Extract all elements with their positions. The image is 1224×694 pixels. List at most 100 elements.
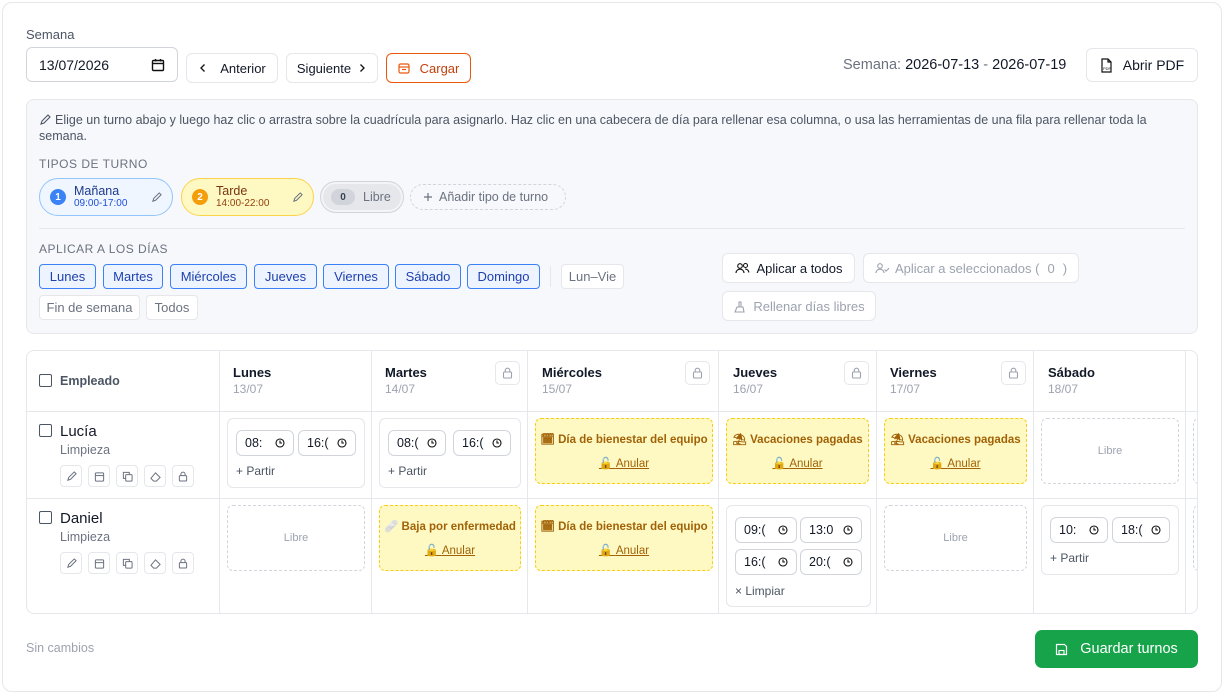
day-chip-tuesday[interactable]: Martes xyxy=(103,264,163,289)
day-header-wednesday[interactable]: Miércoles xyxy=(542,365,602,380)
next-week-button[interactable]: Siguiente xyxy=(286,53,378,83)
absence-cell[interactable]: 🩹 Baja por enfermedad 🔓 Anular xyxy=(379,505,521,571)
row-copy-button[interactable] xyxy=(116,552,138,574)
day-chip-sunday[interactable]: Domingo xyxy=(467,264,540,289)
split-button[interactable]: + Partir xyxy=(1050,551,1089,565)
apply-selected-button[interactable]: Aplicar a seleccionados ( 0 ) xyxy=(863,253,1079,283)
save-shifts-label: Guardar turnos xyxy=(1080,641,1178,657)
row-pencil-button[interactable] xyxy=(60,465,82,487)
row-eraser-button[interactable] xyxy=(144,465,166,487)
free-cell[interactable]: Libre xyxy=(884,505,1027,571)
undo-absence-link[interactable]: 🔓 Anular xyxy=(885,456,1026,470)
split-button[interactable]: + Partir xyxy=(388,464,427,478)
end-time-input[interactable]: 20:( xyxy=(800,549,862,575)
absence-type: Día de bienestar del equipo xyxy=(558,521,708,533)
shift-type-free[interactable]: 0 Libre xyxy=(320,181,404,213)
employee-checkbox[interactable] xyxy=(39,511,52,524)
shift-cell[interactable]: 09:( 13:0 16:( 20:( × Limpiar xyxy=(726,505,871,607)
absence-title: 🗓 Día de bienestar del equipo xyxy=(540,521,708,533)
row-pencil-button[interactable] xyxy=(60,552,82,574)
absence-title: ⛱ Vacaciones pagadas xyxy=(890,434,1021,446)
undo-absence-link[interactable]: 🔓 Anular xyxy=(536,543,712,557)
row-calendar-button[interactable] xyxy=(88,465,110,487)
chevron-right-icon xyxy=(357,63,367,73)
load-button[interactable]: Cargar xyxy=(386,53,471,83)
start-time-input[interactable]: 09:( xyxy=(735,517,797,543)
end-time-input[interactable]: 16:( xyxy=(298,430,356,456)
free-cell[interactable] xyxy=(1193,418,1197,484)
start-time-input[interactable]: 16:( xyxy=(735,549,797,575)
undo-absence-link[interactable]: 🔓 Anular xyxy=(536,456,712,470)
shift-type-afternoon[interactable]: 2 Tarde 14:00-22:00 xyxy=(181,178,314,216)
clear-button[interactable]: × Limpiar xyxy=(735,584,785,598)
row-eraser-button[interactable] xyxy=(144,552,166,574)
absence-cell[interactable]: ⛱ Vacaciones pagadas 🔓 Anular xyxy=(884,418,1027,484)
calendar-load-icon xyxy=(398,62,410,74)
broom-icon xyxy=(733,300,746,313)
shift-cell[interactable]: 10: 18:( + Partir xyxy=(1041,505,1179,575)
lock-column-button[interactable] xyxy=(685,361,710,385)
start-time-input[interactable]: 10: xyxy=(1050,517,1108,543)
end-time-input[interactable]: 16:( xyxy=(453,430,511,456)
pencil-hint-icon xyxy=(39,114,51,126)
end-time-input[interactable]: 13:0 xyxy=(800,517,862,543)
day-header-thursday[interactable]: Jueves xyxy=(733,365,777,380)
shift-type-time: 14:00-22:00 xyxy=(216,197,270,209)
pencil-icon xyxy=(66,557,77,569)
row-lock-button[interactable] xyxy=(172,552,194,574)
absence-cell[interactable]: 🗓 Día de bienestar del equipo 🔓 Anular xyxy=(535,505,713,571)
copy-icon xyxy=(122,558,133,569)
split-button[interactable]: + Partir xyxy=(236,464,275,478)
day-chip-monday[interactable]: Lunes xyxy=(39,264,96,289)
schedule-grid: Empleado Lunes 13/07 Martes 14/07 Miérco… xyxy=(26,350,1198,614)
day-chip-thursday[interactable]: Jueves xyxy=(254,264,317,289)
row-calendar-button[interactable] xyxy=(88,552,110,574)
lock-column-button[interactable] xyxy=(495,361,520,385)
select-all-checkbox[interactable] xyxy=(39,374,52,387)
undo-absence-link[interactable]: 🔓 Anular xyxy=(380,543,520,557)
day-chip-friday[interactable]: Viernes xyxy=(323,264,389,289)
end-time-input[interactable]: 18:( xyxy=(1112,517,1170,543)
lock-column-button[interactable] xyxy=(1001,361,1026,385)
shift-type-morning[interactable]: 1 Mañana 09:00-17:00 xyxy=(39,178,173,216)
lock-column-button[interactable] xyxy=(844,361,869,385)
day-header-tuesday[interactable]: Martes xyxy=(385,365,427,380)
shift-cell[interactable]: 08:( 16:( + Partir xyxy=(379,418,521,488)
shift-type-time: 09:00-17:00 xyxy=(74,197,128,209)
fill-free-days-button[interactable]: Rellenar días libres xyxy=(722,291,876,321)
day-chip-wednesday[interactable]: Miércoles xyxy=(170,264,247,289)
week-date-input[interactable]: 13/07/2026 xyxy=(26,47,178,82)
undo-absence-link[interactable]: 🔓 Anular xyxy=(727,456,868,470)
free-cell[interactable]: Libre xyxy=(1041,418,1179,484)
preset-weekend[interactable]: Fin de semana xyxy=(39,295,140,320)
preset-all[interactable]: Todos xyxy=(146,295,198,320)
day-header-saturday[interactable]: Sábado xyxy=(1048,365,1095,380)
absence-cell[interactable]: ⛱ Vacaciones pagadas 🔓 Anular xyxy=(726,418,869,484)
edit-pencil-icon[interactable] xyxy=(151,191,162,203)
edit-pencil-icon[interactable] xyxy=(292,191,303,203)
split-label: Partir xyxy=(1060,551,1090,565)
day-header-monday[interactable]: Lunes xyxy=(233,365,271,380)
start-time-input[interactable]: 08:( xyxy=(388,430,446,456)
free-cell[interactable] xyxy=(1193,505,1197,571)
previous-week-button[interactable]: Anterior xyxy=(186,53,278,83)
apply-all-button[interactable]: Aplicar a todos xyxy=(722,253,855,283)
start-time-input[interactable]: 08: xyxy=(236,430,294,456)
end-time-value: 16:( xyxy=(462,436,484,450)
absence-cell[interactable]: 🗓 Día de bienestar del equipo 🔓 Anular xyxy=(535,418,713,484)
add-shift-type-button[interactable]: Añadir tipo de turno xyxy=(410,184,566,210)
day-chip-saturday[interactable]: Sábado xyxy=(395,264,461,289)
open-pdf-button[interactable]: PDF Abrir PDF xyxy=(1086,48,1198,82)
preset-weekdays[interactable]: Lun–Vie xyxy=(561,264,624,289)
employee-checkbox[interactable] xyxy=(39,424,52,437)
split-label: Partir xyxy=(246,464,276,478)
save-shifts-button[interactable]: Guardar turnos xyxy=(1035,630,1198,668)
open-pdf-label: Abrir PDF xyxy=(1122,57,1185,73)
row-lock-button[interactable] xyxy=(172,465,194,487)
shift-type-name: Mañana xyxy=(74,183,120,198)
row-copy-button[interactable] xyxy=(116,465,138,487)
shift-cell[interactable]: 08: 16:( + Partir xyxy=(227,418,365,488)
free-cell[interactable]: Libre xyxy=(227,505,365,571)
calendar-icon[interactable] xyxy=(151,58,165,72)
day-header-friday[interactable]: Viernes xyxy=(890,365,937,380)
